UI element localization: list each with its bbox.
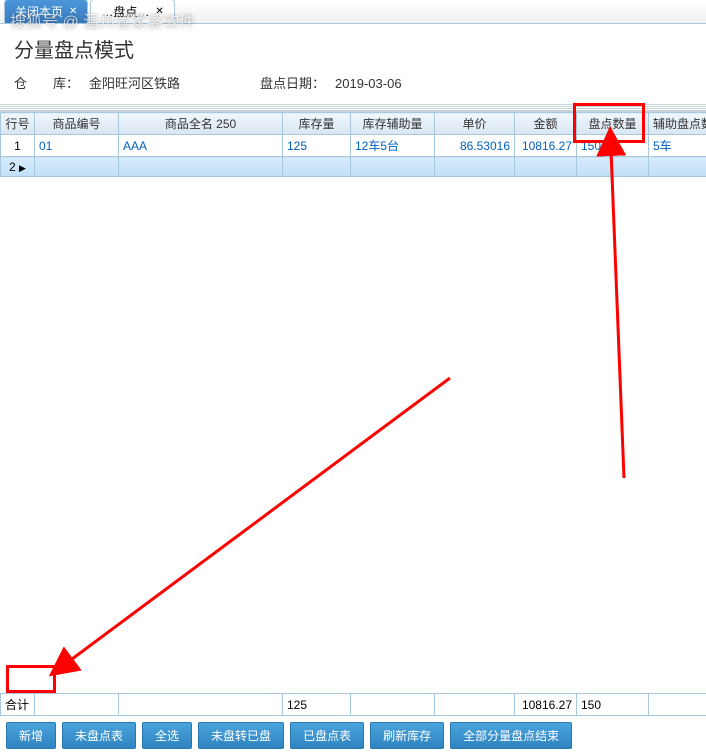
- select-all-button[interactable]: 全选: [142, 722, 192, 749]
- table-empty-area: [0, 177, 706, 693]
- col-count-qty[interactable]: 盘点数量: [577, 113, 649, 135]
- page-title: 分量盘点模式: [14, 34, 692, 63]
- tab-second-label: …盘点…: [101, 3, 149, 20]
- table-row[interactable]: 1 01 AAA 125 12车5台 86.53016 10816.27 150…: [1, 135, 706, 157]
- header-info: 仓 库： 金阳旺河区铁路 盘点日期： 2019-03-06: [14, 69, 692, 96]
- tab-second[interactable]: …盘点… ✕: [90, 0, 174, 23]
- cell-item-name[interactable]: [119, 157, 283, 177]
- cell-unit-price: [435, 157, 515, 177]
- cell-item-name[interactable]: AAA: [119, 135, 283, 157]
- refresh-stock-button[interactable]: 刷新库存: [370, 722, 444, 749]
- cell-amount: 10816.27: [515, 135, 577, 157]
- page-header: 分量盘点模式 仓 库： 金阳旺河区铁路 盘点日期： 2019-03-06: [0, 24, 706, 104]
- date-value: 2019-03-06: [335, 76, 402, 91]
- cell-item-code[interactable]: 01: [35, 135, 119, 157]
- totals-table: 合计 125 10816.27 150: [0, 693, 706, 716]
- cell-aux-count[interactable]: [649, 157, 706, 177]
- current-row-icon: ▶: [19, 163, 26, 173]
- table-header-row: 行号 商品编号 商品全名 250 库存量 库存辅助量 单价 金额 盘点数量 辅助…: [1, 113, 706, 135]
- cell-aux-count[interactable]: 5车: [649, 135, 706, 157]
- date-label: 盘点日期：: [260, 76, 325, 91]
- divider: [0, 104, 706, 112]
- col-stock-qty[interactable]: 库存量: [283, 113, 351, 135]
- cell-count-qty[interactable]: [577, 157, 649, 177]
- col-unit-price[interactable]: 单价: [435, 113, 515, 135]
- close-icon[interactable]: ✕: [155, 6, 163, 17]
- col-item-name[interactable]: 商品全名 250: [119, 113, 283, 135]
- cell-count-qty[interactable]: 150: [577, 135, 649, 157]
- cell-stock-aux: 12车5台: [351, 135, 435, 157]
- col-amount[interactable]: 金额: [515, 113, 577, 135]
- tab-bar: 关闭本页 ✕ …盘点… ✕: [0, 0, 706, 24]
- cell-amount: [515, 157, 577, 177]
- close-icon[interactable]: ✕: [69, 6, 77, 17]
- tab-active-label: 关闭本页: [15, 3, 63, 20]
- add-button[interactable]: 新增: [6, 722, 56, 749]
- warehouse-value: 金阳旺河区铁路: [89, 76, 180, 91]
- col-item-code[interactable]: 商品编号: [35, 113, 119, 135]
- col-row-no[interactable]: 行号: [1, 113, 35, 135]
- cell-stock-qty: 125: [283, 135, 351, 157]
- col-aux-count[interactable]: 辅助盘点数: [649, 113, 706, 135]
- cell-item-code[interactable]: [35, 157, 119, 177]
- date-field: 盘点日期： 2019-03-06: [260, 73, 402, 92]
- table-row[interactable]: 2 ▶: [1, 157, 706, 177]
- all-portion-end-button[interactable]: 全部分量盘点结束: [450, 722, 572, 749]
- data-table: 行号 商品编号 商品全名 250 库存量 库存辅助量 单价 金额 盘点数量 辅助…: [0, 112, 706, 716]
- warehouse-label: 仓 库：: [14, 76, 79, 91]
- cell-stock-qty: [283, 157, 351, 177]
- counted-button[interactable]: 已盘点表: [290, 722, 364, 749]
- cell-unit-price: 86.53016: [435, 135, 515, 157]
- cell-stock-aux: [351, 157, 435, 177]
- uncounted-button[interactable]: 未盘点表: [62, 722, 136, 749]
- action-bar: 新增 未盘点表 全选 未盘转已盘 已盘点表 刷新库存 全部分量盘点结束: [0, 716, 706, 755]
- col-stock-aux[interactable]: 库存辅助量: [351, 113, 435, 135]
- uncounted-to-counted-button[interactable]: 未盘转已盘: [198, 722, 284, 749]
- warehouse-field: 仓 库： 金阳旺河区铁路: [14, 73, 180, 92]
- tab-active[interactable]: 关闭本页 ✕: [4, 0, 88, 23]
- cell-row-no: 2 ▶: [1, 157, 35, 177]
- cell-row-no: 1: [1, 135, 35, 157]
